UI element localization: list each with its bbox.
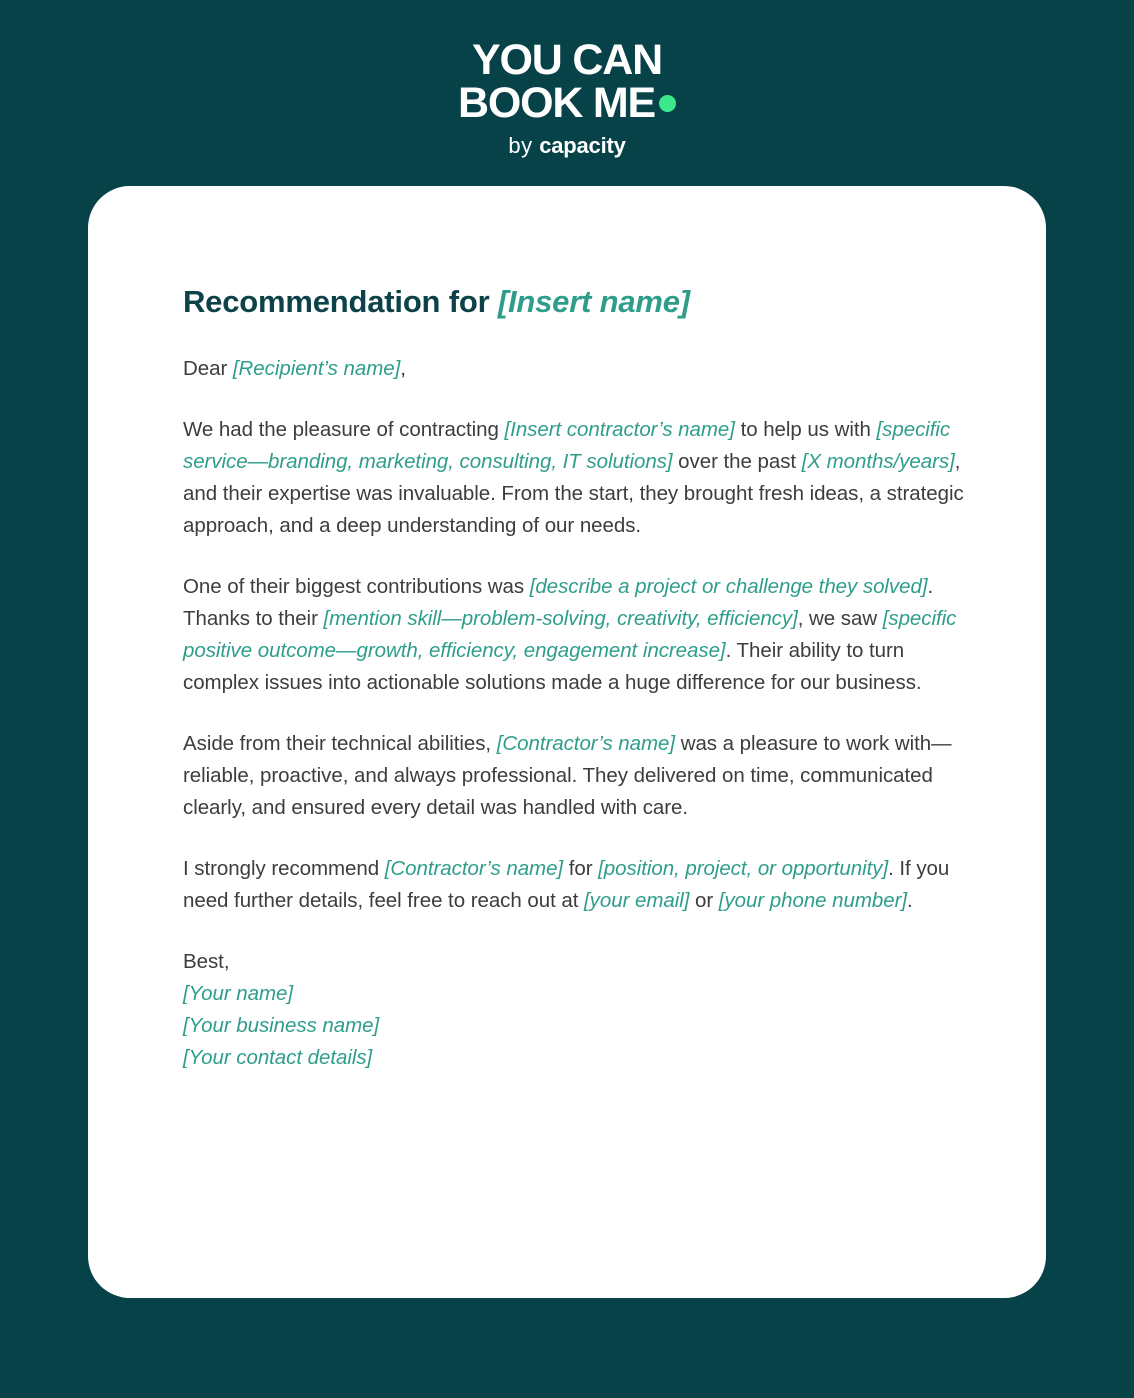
p4-placeholder-position[interactable]: [position, project, or opportunity] <box>598 857 888 880</box>
brand-tagline: by capacity <box>0 134 1134 158</box>
p3-placeholder-contractor-name[interactable]: [Contractor’s name] <box>497 732 675 755</box>
p1-static-1: We had the pleasure of contracting <box>183 418 505 441</box>
logo-text-line-2-row: BOOK ME <box>457 79 677 127</box>
signature-block: Best, [Your name] [Your business name] [You… <box>183 946 973 1074</box>
p1-static-2: to help us with <box>734 418 877 441</box>
salutation-paragraph: Dear [Recipient’s name], <box>183 353 973 385</box>
salutation-static-1: Dear <box>183 357 233 380</box>
brand-logo: YOU CAN BOOK ME by capacity <box>0 36 1134 158</box>
signature-placeholder-your-name[interactable]: [Your name] <box>183 978 973 1010</box>
paragraph-3: Aside from their technical abilities, [C… <box>183 728 973 824</box>
tagline-prefix: by <box>508 133 540 158</box>
p4-static-5: . <box>907 889 913 912</box>
p1-static-3: over the past <box>672 450 802 473</box>
logo-text-line-1: YOU CAN <box>472 36 663 84</box>
tagline-brand: capacity <box>539 133 626 158</box>
p4-placeholder-email[interactable]: [your email] <box>584 889 689 912</box>
p2-static-1: One of their biggest contributions was <box>183 575 530 598</box>
signature-placeholder-business-name[interactable]: [Your business name] <box>183 1010 973 1042</box>
logo-text-line-2: BOOK ME <box>457 79 656 127</box>
p4-placeholder-contractor-name[interactable]: [Contractor’s name] <box>385 857 563 880</box>
letter-body: Recommendation for [Insert name] Dear [R… <box>183 283 973 1074</box>
p4-static-1: I strongly recommend <box>183 857 385 880</box>
title-placeholder[interactable]: [Insert name] <box>498 284 690 319</box>
p2-placeholder-skill[interactable]: [mention skill—problem-solving, creativi… <box>324 607 798 630</box>
signature-closing: Best, <box>183 950 230 973</box>
paragraph-1: We had the pleasure of contracting [Inse… <box>183 414 973 542</box>
p4-placeholder-phone[interactable]: [your phone number] <box>719 889 907 912</box>
paragraph-4: I strongly recommend [Contractor’s name]… <box>183 853 973 917</box>
paragraph-2: One of their biggest contributions was [… <box>183 571 973 699</box>
salutation-placeholder-recipient[interactable]: [Recipient’s name] <box>233 357 400 380</box>
page-root: YOU CAN BOOK ME by capacity Recommendati… <box>0 0 1134 1398</box>
green-dot-icon <box>659 95 677 112</box>
salutation-static-2: , <box>400 357 406 380</box>
letter-card: Recommendation for [Insert name] Dear [R… <box>88 186 1046 1298</box>
p2-static-3: , we saw <box>797 607 883 630</box>
p3-static-1: Aside from their technical abilities, <box>183 732 497 755</box>
p4-static-4: or <box>689 889 719 912</box>
p4-static-2: for <box>563 857 599 880</box>
p1-placeholder-contractor-name[interactable]: [Insert contractor’s name] <box>505 418 735 441</box>
p2-placeholder-project[interactable]: [describe a project or challenge they so… <box>530 575 928 598</box>
p1-placeholder-duration[interactable]: [X months/years] <box>802 450 955 473</box>
page-title: Recommendation for [Insert name] <box>183 283 973 321</box>
signature-placeholder-contact-details[interactable]: [Your contact details] <box>183 1042 973 1074</box>
title-static: Recommendation for <box>183 284 498 319</box>
